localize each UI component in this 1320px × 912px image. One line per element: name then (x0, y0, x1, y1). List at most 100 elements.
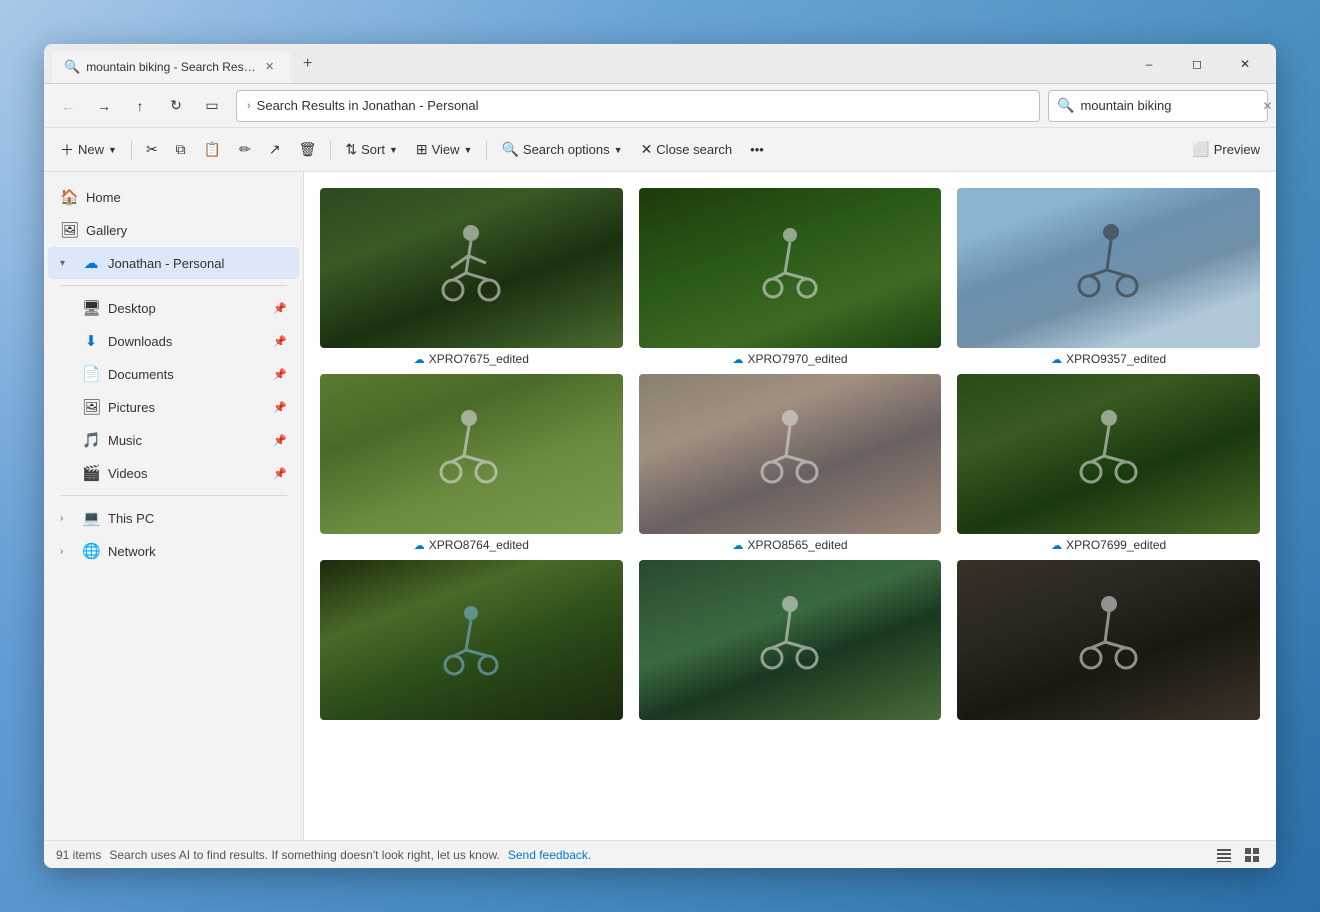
sidebar-item-music-label: Music (108, 433, 142, 448)
status-view-controls (1212, 844, 1264, 866)
file-item-5[interactable]: ☁ XPRO8565_edited (639, 374, 942, 552)
cyclist-overlay-5 (639, 374, 942, 534)
copy-icon: ⧉ (176, 141, 186, 158)
search-clear-icon[interactable]: ✕ (1262, 99, 1272, 113)
file-item-1[interactable]: ☁ XPRO7675_edited (320, 188, 623, 366)
cloud-icon-4: ☁ (414, 539, 425, 552)
forward-button[interactable]: → (88, 90, 120, 122)
search-options-dropdown-icon: ▼ (614, 145, 623, 155)
status-bar: 91 items Search uses AI to find results.… (44, 840, 1276, 868)
share-button[interactable]: ↗ (261, 134, 289, 166)
toolbar: ＋ New ▼ ✂ ⧉ 📋 ✏ ↗ 🗑 ⇅ Sort ▼ ⊞ (44, 128, 1276, 172)
cyclist-overlay-2 (639, 188, 942, 348)
active-tab[interactable]: 🔍 mountain biking - Search Res… ✕ (52, 51, 290, 83)
up-button[interactable]: ↑ (124, 90, 156, 122)
delete-button[interactable]: 🗑 (291, 134, 325, 166)
file-row-1: ☁ XPRO7675_edited (320, 188, 1260, 366)
search-box-icon: 🔍 (1057, 97, 1074, 114)
tab-close-button[interactable]: ✕ (262, 59, 278, 75)
file-item-2[interactable]: ☁ XPRO7970_edited (639, 188, 942, 366)
window-controls: – ◻ ✕ (1126, 48, 1268, 80)
preview-button[interactable]: ⬜ Preview (1184, 134, 1268, 166)
file-item-7[interactable] (320, 560, 623, 724)
search-box[interactable]: 🔍 ✕ (1048, 90, 1268, 122)
sidebar-item-music[interactable]: 🎵 Music 📌 (48, 424, 299, 456)
toolbar-separator-3 (486, 140, 487, 160)
file-item-4[interactable]: ☁ XPRO8764_edited (320, 374, 623, 552)
view-icon: ⊞ (416, 141, 428, 158)
minimize-button[interactable]: – (1126, 48, 1172, 80)
address-box[interactable]: › Search Results in Jonathan - Personal (236, 90, 1040, 122)
file-label-3: ☁ XPRO9357_edited (1051, 352, 1166, 366)
file-item-3[interactable]: ☁ XPRO9357_edited (957, 188, 1260, 366)
address-bar-row: ← → ↑ ↻ ▭ › Search Results in Jonathan -… (44, 84, 1276, 128)
sort-icon: ⇅ (345, 141, 357, 158)
new-label: New (78, 142, 104, 157)
sort-label: Sort (361, 142, 385, 157)
search-options-button[interactable]: 🔍 Search options ▼ (493, 134, 630, 166)
sidebar-item-network[interactable]: › 🌐 Network (48, 535, 299, 567)
more-options-icon: ••• (750, 142, 764, 157)
desktop-icon: 🖥 (82, 299, 100, 317)
sidebar-item-documents[interactable]: 📄 Documents 📌 (48, 358, 299, 390)
toolbar-separator-1 (131, 140, 132, 160)
new-button[interactable]: ＋ New ▼ (52, 134, 125, 166)
sidebar-item-home[interactable]: 🏠 Home (48, 181, 299, 213)
new-tab-button[interactable]: + (294, 50, 322, 78)
grid-view-button[interactable] (1240, 844, 1264, 866)
sidebar-item-gallery[interactable]: 🖼 Gallery (48, 214, 299, 246)
close-button[interactable]: ✕ (1222, 48, 1268, 80)
sidebar-divider-2 (60, 495, 287, 496)
explorer-window: 🔍 mountain biking - Search Res… ✕ + – ◻ … (44, 44, 1276, 868)
documents-icon: 📄 (82, 365, 100, 383)
back-button[interactable]: ← (52, 90, 84, 122)
close-search-button[interactable]: ✕ Close search (633, 134, 741, 166)
cut-button[interactable]: ✂ (138, 134, 166, 166)
sidebar-item-network-label: Network (108, 544, 156, 559)
view-dropdown-icon: ▼ (464, 145, 473, 155)
file-row-3 (320, 560, 1260, 724)
view-button[interactable]: ⊞ View ▼ (408, 134, 481, 166)
feedback-link[interactable]: Send feedback. (508, 848, 591, 862)
file-label-2: ☁ XPRO7970_edited (732, 352, 847, 366)
file-thumbnail-1 (320, 188, 623, 348)
file-label-5: ☁ XPRO8565_edited (732, 538, 847, 552)
file-item-6[interactable]: ☁ XPRO7699_edited (957, 374, 1260, 552)
onedrive-icon: ☁ (82, 254, 100, 272)
file-thumbnail-9 (957, 560, 1260, 720)
sidebar-item-gallery-label: Gallery (86, 223, 127, 238)
tab-label: mountain biking - Search Res… (86, 60, 255, 74)
share-icon: ↗ (269, 141, 281, 158)
sort-button[interactable]: ⇅ Sort ▼ (337, 134, 406, 166)
this-pc-icon: 💻 (82, 509, 100, 527)
sidebar-item-videos[interactable]: 🎬 Videos 📌 (48, 457, 299, 489)
list-view-button[interactable] (1212, 844, 1236, 866)
cyclist-overlay-6 (957, 374, 1260, 534)
pin-icon-music: 📌 (273, 434, 287, 447)
preview-icon: ⬜ (1192, 141, 1209, 158)
sidebar-item-jonathan-personal[interactable]: ▾ ☁ Jonathan - Personal (48, 247, 299, 279)
sidebar-item-desktop[interactable]: 🖥 Desktop 📌 (48, 292, 299, 324)
sidebar-item-this-pc-label: This PC (108, 511, 154, 526)
display-mode-button[interactable]: ▭ (196, 90, 228, 122)
cyclist-overlay-3 (957, 188, 1260, 348)
file-name-4: XPRO8764_edited (429, 538, 529, 552)
maximize-button[interactable]: ◻ (1174, 48, 1220, 80)
sidebar-item-this-pc[interactable]: › 💻 This PC (48, 502, 299, 534)
sidebar-item-documents-label: Documents (108, 367, 174, 382)
sidebar-item-videos-label: Videos (108, 466, 148, 481)
file-item-9[interactable] (957, 560, 1260, 724)
copy-button[interactable]: ⧉ (168, 134, 194, 166)
sidebar-item-downloads[interactable]: ⬇ Downloads 📌 (48, 325, 299, 357)
file-item-8[interactable] (639, 560, 942, 724)
sidebar-item-pictures[interactable]: 🖼 Pictures 📌 (48, 391, 299, 423)
search-input[interactable] (1080, 98, 1256, 113)
file-label-6: ☁ XPRO7699_edited (1051, 538, 1166, 552)
paste-button[interactable]: 📋 (196, 134, 229, 166)
cloud-icon-5: ☁ (732, 539, 743, 552)
more-options-button[interactable]: ••• (742, 134, 772, 166)
sidebar-item-downloads-label: Downloads (108, 334, 172, 349)
sidebar-item-desktop-label: Desktop (108, 301, 156, 316)
rename-button[interactable]: ✏ (231, 134, 259, 166)
refresh-button[interactable]: ↻ (160, 90, 192, 122)
